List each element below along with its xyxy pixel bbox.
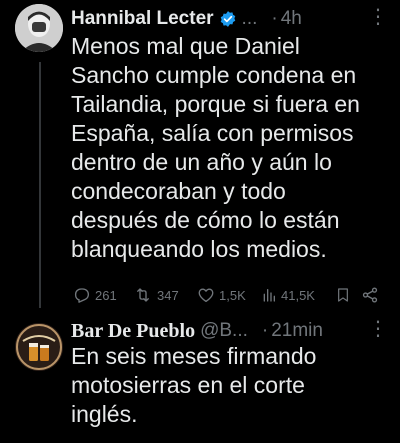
reply-button[interactable]: 261 [73,286,133,304]
tweet-text: En seis meses firmando motosierras en el… [71,343,317,427]
avatar[interactable] [15,4,63,52]
bookmark-icon [338,288,348,302]
reply-icon [74,288,90,303]
retweet-count: 347 [157,287,179,303]
author-name[interactable]: Hannibal Lecter [71,8,214,30]
share-icon [362,287,378,303]
more-options-icon[interactable]: ⋮ [368,316,388,341]
reply-count: 261 [95,287,117,303]
retweet-icon [137,288,149,302]
retweet-button[interactable]: 347 [133,286,197,304]
views-button[interactable]: 41,5K [261,287,335,303]
separator: · [261,320,269,341]
separator: · [271,8,278,29]
views-count: 41,5K [281,287,315,303]
thread-line [39,62,41,308]
like-icon [198,288,214,303]
author-handle[interactable]: @B... [200,320,248,342]
views-icon [263,289,275,302]
avatar[interactable] [15,323,63,371]
like-button[interactable]: 1,5K [197,286,261,304]
more-options-icon[interactable]: ⋮ [368,4,388,29]
timestamp[interactable]: 21min [271,320,323,342]
timestamp[interactable]: 4h [281,8,302,30]
share-button[interactable] [361,286,379,304]
author-name[interactable]: Bar De Pueblo [71,320,195,343]
verified-badge-icon [220,11,235,27]
tweet-actions: 261 347 1,5K 41,5K [73,283,383,307]
author-handle[interactable]: ... [242,8,258,30]
like-count: 1,5K [219,287,246,303]
bookmark-button[interactable] [335,286,361,304]
tweet-1-header: Hannibal Lecter ... · 4h [71,4,302,34]
tweet-text: Menos mal que Daniel Sancho cumple conde… [71,33,360,262]
